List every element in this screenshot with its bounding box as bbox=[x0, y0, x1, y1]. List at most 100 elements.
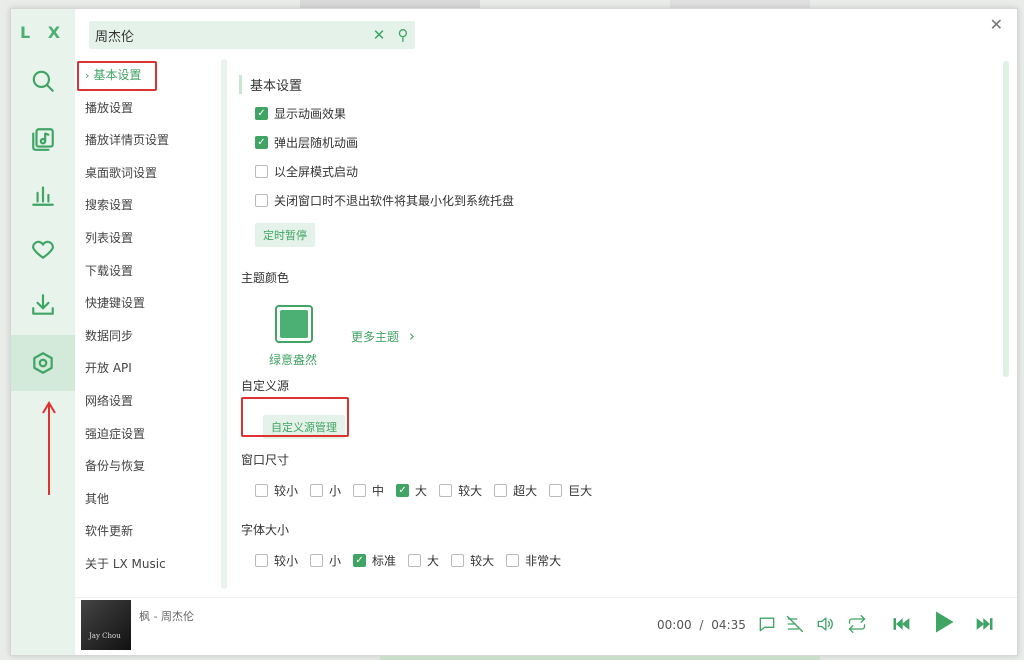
size-option[interactable]: 巨大 bbox=[549, 482, 592, 499]
setting-checkbox[interactable]: 关闭窗口时不退出软件将其最小化到系统托盘 bbox=[255, 192, 514, 209]
nav-item[interactable]: 播放设置 bbox=[75, 92, 223, 125]
checkbox-unchecked-icon[interactable] bbox=[255, 194, 268, 207]
app-logo: L X bbox=[19, 23, 67, 42]
option-label: 标准 bbox=[372, 554, 397, 568]
size-option[interactable]: 大 bbox=[408, 552, 439, 569]
setting-checkbox[interactable]: ✓ 弹出层随机动画 bbox=[255, 134, 358, 151]
rail-charts-button[interactable] bbox=[11, 169, 75, 221]
nav-item[interactable]: 关于 LX Music bbox=[75, 548, 223, 581]
time-display: 00:00 / 04:35 bbox=[657, 618, 746, 632]
play-button[interactable] bbox=[927, 610, 959, 634]
annotation-arrow-icon bbox=[42, 401, 56, 495]
next-button[interactable] bbox=[969, 612, 1001, 636]
checkbox-unchecked-icon[interactable] bbox=[353, 484, 367, 497]
nav-item[interactable]: 强迫症设置 bbox=[75, 418, 223, 451]
rail-search-button[interactable] bbox=[11, 55, 75, 107]
rail-settings-button[interactable] bbox=[11, 335, 75, 391]
checkbox-unchecked-icon[interactable] bbox=[255, 484, 268, 497]
theme-swatch[interactable] bbox=[275, 305, 313, 343]
nav-item[interactable]: 搜索设置 bbox=[75, 189, 223, 222]
checkbox-unchecked-icon[interactable] bbox=[310, 484, 324, 497]
search-submit-icon[interactable]: ⚲ bbox=[391, 26, 415, 44]
size-option[interactable]: 超大 bbox=[494, 482, 537, 499]
section-title-basic: 基本设置 bbox=[239, 75, 302, 94]
album-cover[interactable]: Jay Chou bbox=[81, 600, 131, 650]
nav-item-label: 搜索设置 bbox=[85, 198, 134, 213]
search-input[interactable] bbox=[95, 27, 367, 43]
player-bar: Jay Chou 枫 - 周杰伦 00:00 / 04:35 bbox=[75, 597, 1017, 655]
nav-item-label: 数据同步 bbox=[85, 328, 134, 343]
content-scrollbar[interactable] bbox=[1003, 61, 1009, 377]
setting-checkbox[interactable]: ✓ 显示动画效果 bbox=[255, 105, 346, 122]
comment-icon bbox=[759, 617, 775, 632]
size-option[interactable]: 小 bbox=[310, 482, 341, 499]
checkbox-unchecked-icon[interactable] bbox=[310, 554, 324, 567]
clear-icon[interactable]: ✕ bbox=[367, 26, 391, 44]
nav-item[interactable]: 列表设置 bbox=[75, 222, 223, 255]
checkbox-unchecked-icon[interactable] bbox=[255, 165, 268, 178]
nav-item[interactable]: 开放 API bbox=[75, 352, 223, 385]
checkbox-unchecked-icon[interactable] bbox=[255, 554, 268, 567]
timer-pause-button[interactable]: 定时暂停 bbox=[255, 223, 315, 247]
rail-download-button[interactable] bbox=[11, 279, 75, 331]
size-option[interactable]: 较小 bbox=[255, 482, 298, 499]
background-window-edge bbox=[670, 0, 810, 8]
setting-checkbox[interactable]: 以全屏模式启动 bbox=[255, 163, 358, 180]
repeat-button[interactable] bbox=[845, 612, 869, 636]
song-title[interactable]: 枫 - 周杰伦 bbox=[139, 608, 194, 624]
size-option[interactable]: 较小 bbox=[255, 552, 298, 569]
checkbox-checked-icon[interactable]: ✓ bbox=[353, 554, 367, 567]
option-label: 大 bbox=[427, 554, 440, 568]
checkbox-unchecked-icon[interactable] bbox=[549, 484, 563, 497]
nav-item[interactable]: 网络设置 bbox=[75, 385, 223, 418]
close-icon[interactable]: ✕ bbox=[990, 15, 1003, 34]
size-option[interactable]: 中 bbox=[353, 482, 384, 499]
nav-item[interactable]: 软件更新 bbox=[75, 515, 223, 548]
chevron-right-icon: › bbox=[408, 327, 415, 345]
option-label: 较大 bbox=[470, 554, 495, 568]
nav-item-label: 网络设置 bbox=[85, 393, 134, 408]
more-themes-link[interactable]: 更多主题 › bbox=[351, 327, 415, 345]
nav-item-label: 列表设置 bbox=[85, 230, 134, 245]
nav-item[interactable]: 其他 bbox=[75, 483, 223, 516]
section-title-font-size: 字体大小 bbox=[241, 523, 290, 537]
nav-item[interactable]: 桌面歌词设置 bbox=[75, 157, 223, 190]
option-label: 较大 bbox=[458, 484, 483, 498]
left-rail: L X bbox=[11, 9, 75, 655]
size-option[interactable]: 较大 bbox=[451, 552, 494, 569]
rail-library-button[interactable] bbox=[11, 113, 75, 165]
nav-item[interactable]: 数据同步 bbox=[75, 320, 223, 353]
checkbox-checked-icon[interactable]: ✓ bbox=[396, 484, 410, 497]
size-option[interactable]: 小 bbox=[310, 552, 341, 569]
repeat-icon bbox=[848, 615, 866, 633]
option-label: 较小 bbox=[274, 484, 299, 498]
duration: 04:35 bbox=[711, 618, 746, 632]
nav-item-label: 强迫症设置 bbox=[85, 426, 146, 441]
nav-scrollbar[interactable] bbox=[221, 59, 227, 589]
section-title-theme: 主题颜色 bbox=[241, 271, 290, 285]
size-option[interactable]: ✓ 大 bbox=[396, 482, 427, 499]
font-size-options: 较小 小 ✓ 标准 大 较大 非常大 bbox=[255, 552, 573, 569]
checkbox-checked-icon[interactable]: ✓ bbox=[255, 107, 268, 120]
size-option[interactable]: 较大 bbox=[439, 482, 482, 499]
size-option[interactable]: 非常大 bbox=[506, 552, 561, 569]
checkbox-unchecked-icon[interactable] bbox=[506, 554, 520, 567]
checkbox-unchecked-icon[interactable] bbox=[408, 554, 422, 567]
volume-button[interactable] bbox=[813, 612, 837, 636]
nav-item[interactable]: 播放详情页设置 bbox=[75, 124, 223, 157]
nav-item-label: 软件更新 bbox=[85, 524, 134, 539]
lyrics-toggle-button[interactable] bbox=[783, 612, 807, 636]
nav-item[interactable]: 备份与恢复 bbox=[75, 450, 223, 483]
search-bar: ✕ ⚲ bbox=[89, 21, 415, 49]
next-icon bbox=[976, 618, 993, 630]
checkbox-unchecked-icon[interactable] bbox=[451, 554, 465, 567]
checkbox-unchecked-icon[interactable] bbox=[494, 484, 508, 497]
rail-favorites-button[interactable] bbox=[11, 223, 75, 275]
previous-button[interactable] bbox=[885, 612, 917, 636]
nav-item[interactable]: 快捷键设置 bbox=[75, 287, 223, 320]
comment-button[interactable] bbox=[755, 612, 779, 636]
nav-item[interactable]: 下载设置 bbox=[75, 255, 223, 288]
checkbox-checked-icon[interactable]: ✓ bbox=[255, 136, 268, 149]
size-option[interactable]: ✓ 标准 bbox=[353, 552, 396, 569]
checkbox-unchecked-icon[interactable] bbox=[439, 484, 453, 497]
